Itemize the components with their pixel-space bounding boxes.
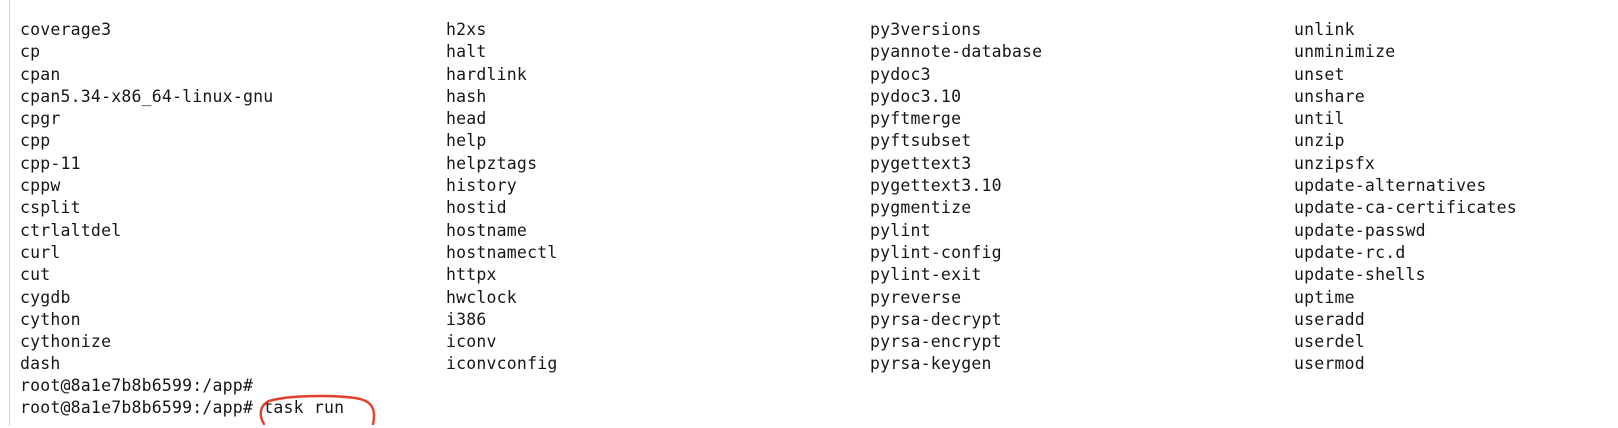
listing-entry: update-ca-certificates — [1294, 198, 1517, 218]
listing-entry: unzipsfx — [1294, 153, 1376, 173]
listing-entry: cp — [20, 42, 41, 62]
command-listing: coverage3 cp cpan cpan5.34-x86_64-linux-gnu… — [20, 19, 1614, 376]
listing-entry: h2xs — [446, 20, 487, 39]
listing-entry: useradd — [1294, 309, 1365, 329]
listing-entry: cut — [20, 265, 51, 285]
listing-entry: pyftsubset — [870, 131, 972, 151]
listing-entry: pyreverse — [870, 287, 962, 307]
listing-entry: cppw — [20, 176, 61, 196]
listing-entry: pylint-exit — [870, 265, 982, 285]
listing-entry: hostnamectl — [446, 242, 558, 262]
listing-entry: cpp-11 — [20, 153, 81, 173]
listing-entry: ctrlaltdel — [20, 220, 122, 240]
listing-entry: pyrsa-keygen — [870, 354, 992, 374]
listing-entry: cpan5.34-x86_64-linux-gnu — [20, 86, 274, 106]
listing-column-1: coverage3 cp cpan cpan5.34-x86_64-linux-gnu… — [20, 19, 446, 376]
listing-entry: pylint-config — [870, 242, 1002, 262]
listing-entry: cython — [20, 309, 81, 329]
shell-prompt: root@8a1e7b8b6599:/app# — [20, 398, 264, 418]
listing-entry: pylint — [870, 220, 931, 240]
listing-entry: csplit — [20, 198, 81, 218]
listing-entry: until — [1294, 109, 1345, 129]
listing-entry: pygmentize — [870, 198, 972, 218]
listing-entry: py3versions — [870, 20, 982, 39]
listing-entry: helpztags — [446, 153, 538, 173]
prompt-area: root@8a1e7b8b6599:/app# root@8a1e7b8b659… — [20, 375, 376, 426]
listing-entry: uptime — [1294, 287, 1355, 307]
listing-entry: coverage3 — [20, 20, 112, 39]
listing-entry: httpx — [446, 265, 497, 285]
listing-entry: dash — [20, 354, 61, 374]
listing-entry: halt — [446, 42, 487, 62]
listing-entry: usermod — [1294, 354, 1365, 374]
listing-entry: pygettext3.10 — [870, 176, 1002, 196]
listing-entry: cpgr — [20, 109, 61, 129]
listing-entry: update-rc.d — [1294, 242, 1406, 262]
shell-prompt: root@8a1e7b8b6599:/app# — [20, 376, 264, 395]
listing-entry: pygettext3 — [870, 153, 972, 173]
listing-entry: iconv — [446, 332, 497, 352]
listing-entry: curl — [20, 242, 61, 262]
listing-entry: update-passwd — [1294, 220, 1426, 240]
listing-entry: hash — [446, 86, 487, 106]
command-input[interactable]: task run — [259, 395, 376, 426]
listing-entry: userdel — [1294, 332, 1365, 352]
listing-entry: update-shells — [1294, 265, 1426, 285]
listing-entry: unminimize — [1294, 42, 1396, 62]
listing-entry: hostid — [446, 198, 507, 218]
listing-entry: pyftmerge — [870, 109, 962, 129]
listing-column-3: py3versions pyannote-database pydoc3 pydoc3… — [870, 19, 1294, 376]
listing-entry: cpp — [20, 131, 51, 151]
listing-entry: pydoc3 — [870, 64, 931, 84]
listing-entry: hwclock — [446, 287, 517, 307]
listing-entry: cygdb — [20, 287, 71, 307]
listing-entry: hardlink — [446, 64, 528, 84]
listing-entry: history — [446, 176, 517, 196]
command-text: task run — [263, 398, 345, 418]
listing-column-4: unlink unminimize unset unshare until unzip un… — [1294, 19, 1614, 376]
listing-entry: cythonize — [20, 332, 112, 352]
listing-entry: hostname — [446, 220, 528, 240]
listing-entry: unzip — [1294, 131, 1345, 151]
prompt-line: root@8a1e7b8b6599:/app# — [20, 375, 344, 397]
listing-entry: pyannote-database — [870, 42, 1043, 62]
listing-entry: unlink — [1294, 20, 1355, 39]
listing-entry: iconvconfig — [446, 354, 558, 374]
listing-entry: update-alternatives — [1294, 176, 1487, 196]
listing-entry: pyrsa-decrypt — [870, 309, 1002, 329]
listing-entry: i386 — [446, 309, 487, 329]
terminal-window[interactable]: coverage3 cp cpan cpan5.34-x86_64-linux-gnu… — [9, 0, 1618, 426]
prompt-line-current[interactable]: root@8a1e7b8b6599:/app# task run — [20, 395, 376, 426]
listing-entry: unset — [1294, 64, 1345, 84]
listing-entry: head — [446, 109, 487, 129]
listing-column-2: h2xs halt hardlink hash head help helpztags his… — [446, 19, 870, 376]
listing-entry: pyrsa-encrypt — [870, 332, 1002, 352]
listing-entry: help — [446, 131, 487, 151]
listing-entry: pydoc3.10 — [870, 86, 962, 106]
listing-entry: cpan — [20, 64, 61, 84]
listing-entry: unshare — [1294, 86, 1365, 106]
